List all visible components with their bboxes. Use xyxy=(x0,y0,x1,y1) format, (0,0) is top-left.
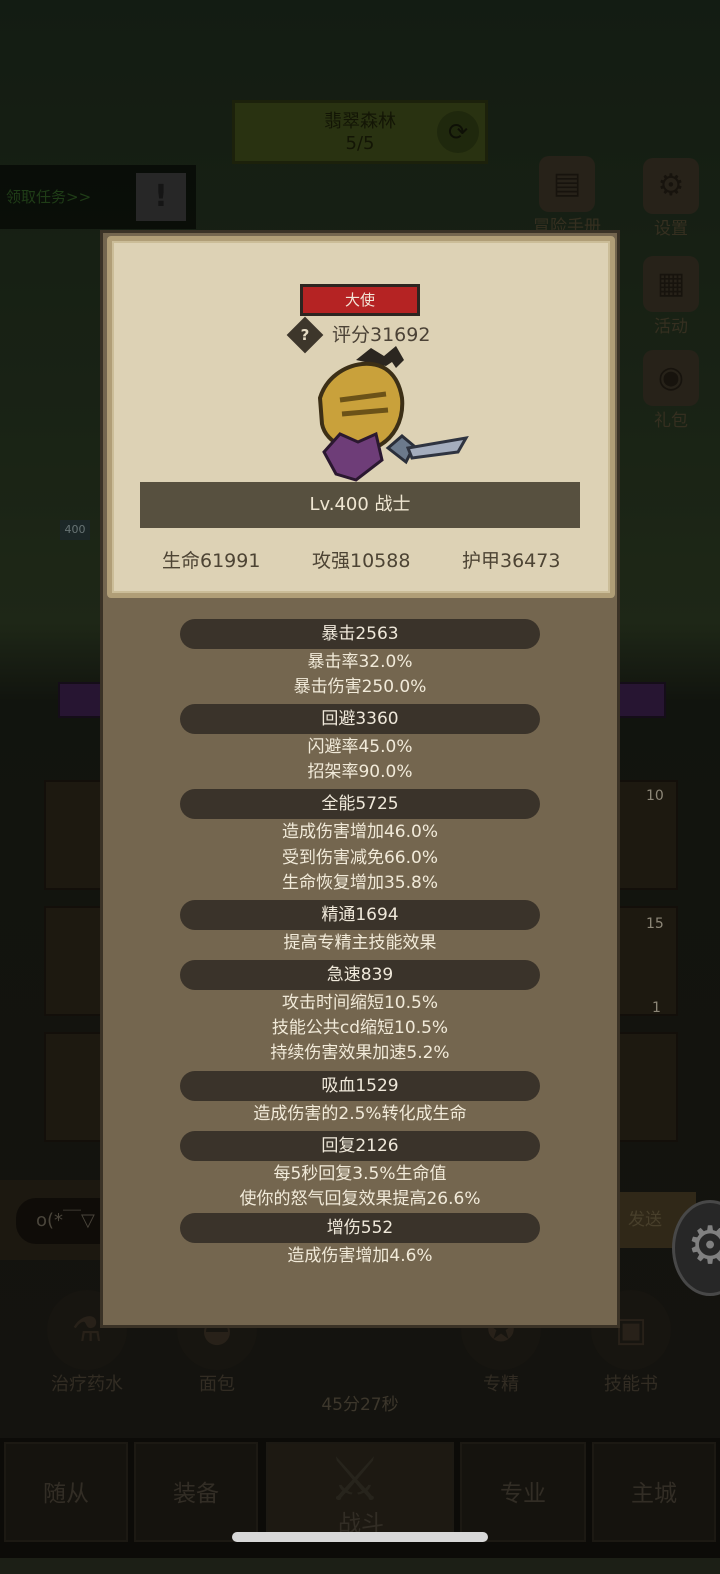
stat-header-avoidance: 回避3360 xyxy=(180,704,540,734)
stat-armor: 护甲36473 xyxy=(462,550,561,572)
stat-detail: 技能公共cd缩短10.5% xyxy=(271,1018,449,1038)
stat-detail: 使你的怒气回复效果提高26.6% xyxy=(239,1189,481,1209)
stat-detail: 提高专精主技能效果 xyxy=(283,933,437,953)
stat-header-crit: 暴击2563 xyxy=(180,619,540,649)
stat-detail: 生命恢复增加35.8% xyxy=(281,873,438,893)
home-indicator[interactable] xyxy=(232,1532,488,1542)
stat-detail: 持续伤害效果加速5.2% xyxy=(270,1043,450,1063)
stat-detail: 暴击伤害250.0% xyxy=(293,677,427,697)
level-class-bar: Lv.400 战士 xyxy=(140,482,580,528)
stat-detail: 造成伤害增加4.6% xyxy=(287,1246,433,1266)
stat-detail: 造成伤害增加46.0% xyxy=(281,822,438,842)
stat-hp: 生命61991 xyxy=(162,550,261,572)
title-badge: 大使 xyxy=(300,284,420,316)
stat-attack-power: 攻强10588 xyxy=(312,550,411,572)
stat-header-lifesteal: 吸血1529 xyxy=(180,1071,540,1101)
stat-detail: 每5秒回复3.5%生命值 xyxy=(273,1164,447,1184)
stat-header-regen: 回复2126 xyxy=(180,1131,540,1161)
stat-header-versatility: 全能5725 xyxy=(180,789,540,819)
stat-header-haste: 急速839 xyxy=(180,960,540,990)
stat-detail: 造成伤害的2.5%转化成生命 xyxy=(253,1104,467,1124)
stat-detail: 招架率90.0% xyxy=(307,762,413,782)
stat-header-mastery: 精通1694 xyxy=(180,900,540,930)
stat-header-damage-bonus: 增伤552 xyxy=(180,1213,540,1243)
stat-detail: 攻击时间缩短10.5% xyxy=(281,993,438,1013)
stat-detail: 闪避率45.0% xyxy=(307,737,413,757)
warrior-portrait xyxy=(317,346,469,482)
stat-detail: 受到伤害减免66.0% xyxy=(281,848,438,868)
stat-detail: 暴击率32.0% xyxy=(307,652,413,672)
